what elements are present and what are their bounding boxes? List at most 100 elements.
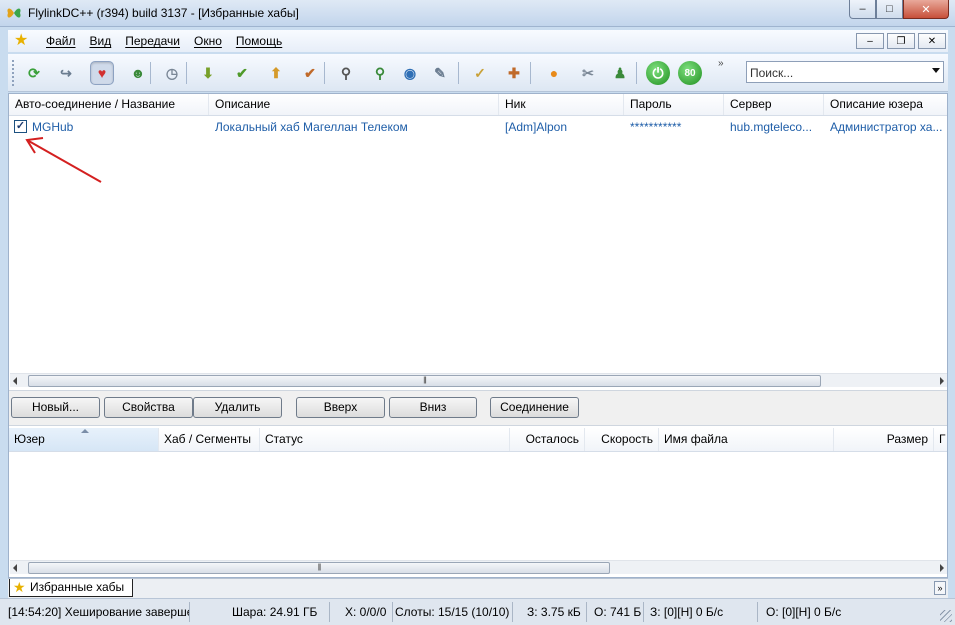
toolbar-grip[interactable] [12, 60, 15, 86]
scroll-right-arrow-icon[interactable] [940, 377, 944, 385]
move-down-button[interactable]: Вниз [389, 397, 477, 418]
scroll-left-arrow-icon[interactable] [13, 377, 17, 385]
favorite-star-icon: ★ [14, 32, 29, 49]
queue-scroll-left-arrow-icon[interactable] [13, 564, 17, 572]
finished-uploads-icon[interactable]: ✔ [298, 61, 322, 85]
app-butterfly-icon [7, 8, 21, 18]
column-server[interactable]: Сервер [724, 94, 824, 115]
favorite-star-icon: ★ [13, 579, 26, 595]
menu-view[interactable]: Вид [90, 34, 112, 48]
properties-button[interactable]: Свойства [104, 397, 193, 418]
queue-list-header: Юзер Хаб / Сегменты Статус Осталось Скор… [9, 428, 947, 452]
queue-horizontal-scrollbar[interactable]: ||| [10, 560, 947, 574]
column-user[interactable]: Юзер [9, 428, 159, 451]
status-download-speed: З: [0][Н] 0 Б/с [648, 602, 758, 622]
status-uploaded: О: 741 Б [592, 602, 644, 622]
column-hub-segments[interactable]: Хаб / Сегменты [159, 428, 260, 451]
status-message: [14:54:20] Хеширование заверше [6, 602, 190, 622]
hub-actions-bar: Новый... Свойства Удалить Вверх Вниз Сое… [9, 390, 947, 426]
new-hub-button[interactable]: Новый... [11, 397, 100, 418]
menu-help[interactable]: Помощь [236, 34, 282, 48]
toolbar-separator [324, 62, 325, 84]
search-spy-icon[interactable]: ◉ [398, 61, 422, 85]
column-size[interactable]: Размер [834, 428, 934, 451]
mdi-close-button[interactable]: ✕ [918, 33, 946, 49]
hubs-scroll-thumb[interactable]: ||| [28, 375, 821, 387]
toolbar-separator [150, 62, 151, 84]
column-truncated[interactable]: Г [934, 428, 947, 451]
connect-button[interactable]: Соединение [490, 397, 579, 418]
queue-scroll-right-arrow-icon[interactable] [940, 564, 944, 572]
menu-file[interactable]: Файл [46, 34, 76, 48]
user-icon[interactable]: ♟ [608, 61, 632, 85]
mdi-minimize-button[interactable]: – [856, 33, 884, 49]
maximize-button[interactable]: □ [876, 0, 903, 19]
status-upload-speed: О: [0][Н] 0 Б/с [766, 605, 842, 619]
search-input[interactable] [750, 65, 925, 80]
window-tab-bar: ★ Избранные хабы » [8, 578, 948, 598]
red-arrow-annotation [25, 137, 102, 183]
download-queue-icon[interactable]: ⬇ [196, 61, 220, 85]
column-description[interactable]: Описание [209, 94, 499, 115]
toolbar-separator [530, 62, 531, 84]
column-user-description[interactable]: Описание юзера [824, 94, 947, 115]
hub-name: MGHub [32, 120, 74, 134]
tab-favorite-hubs[interactable]: ★ Избранные хабы [9, 579, 133, 597]
status-bar: [14:54:20] Хеширование заверше Шара: 24.… [0, 598, 955, 625]
status-share: Шара: 24.91 ГБ [230, 602, 330, 622]
adl-search-icon[interactable]: ⚲ [368, 61, 392, 85]
status-downloaded: З: 3.75 кБ [525, 602, 587, 622]
column-user-label: Юзер [14, 432, 45, 446]
column-autoconnect-name[interactable]: Авто-соединение / Название [9, 94, 209, 115]
search-icon[interactable]: ⚲ [334, 61, 358, 85]
toolbar-separator [636, 62, 637, 84]
sort-ascending-icon [81, 429, 89, 433]
toolbar-separator [458, 62, 459, 84]
open-filelist-icon[interactable]: ✎ [428, 61, 452, 85]
menu-bar: ★ Файл Вид Передачи Окно Помощь – ❐ ✕ [8, 30, 948, 52]
favorite-users-icon[interactable]: ☻ [126, 61, 150, 85]
column-remaining[interactable]: Осталось [510, 428, 585, 451]
column-filename[interactable]: Имя файла [659, 428, 834, 451]
window-title: FlylinkDC++ (r394) build 3137 - [Избранн… [28, 6, 299, 20]
hub-server: hub.mgteleco... [730, 120, 813, 134]
reconnect-icon[interactable]: ⟳ [22, 61, 46, 85]
menu-transfers[interactable]: Передачи [125, 34, 180, 48]
queue-scroll-thumb[interactable]: ||| [28, 562, 610, 574]
settings-icon[interactable]: ● [542, 61, 566, 85]
search-dropdown-arrow-icon[interactable] [932, 68, 940, 73]
speed-limit-icon[interactable]: 80 [678, 61, 702, 85]
status-slots: Слоты: 15/15 (10/10) [393, 602, 513, 622]
power-icon[interactable]: ⏻ [646, 61, 670, 85]
status-hubs: Х: 0/0/0 [343, 602, 393, 622]
column-nick[interactable]: Ник [499, 94, 624, 115]
minimize-button[interactable]: – [849, 0, 876, 19]
follow-redirect-icon[interactable]: ↪ [54, 61, 78, 85]
column-speed[interactable]: Скорость [585, 428, 659, 451]
resize-grip-icon[interactable] [940, 610, 952, 622]
search-box[interactable] [746, 61, 944, 83]
title-bar: FlylinkDC++ (r394) build 3137 - [Избранн… [0, 0, 955, 27]
menu-window[interactable]: Окно [194, 34, 222, 48]
column-status[interactable]: Статус [260, 428, 510, 451]
favorite-hubs-icon[interactable]: ♥ [90, 61, 114, 85]
close-button[interactable]: ✕ [903, 0, 949, 19]
network-stats-icon[interactable]: ✚ [502, 61, 526, 85]
recent-hubs-icon[interactable]: ◷ [160, 61, 184, 85]
upload-queue-icon[interactable]: ⬆ [264, 61, 288, 85]
autoconnect-checkbox[interactable]: ✓ [14, 120, 27, 133]
finished-downloads-icon[interactable]: ✔ [230, 61, 254, 85]
notepad-icon[interactable]: ✓ [468, 61, 492, 85]
hub-password: *********** [630, 120, 682, 134]
hub-row[interactable]: ✓ MGHub Локальный хаб Магеллан Телеком [… [9, 117, 947, 137]
hubs-horizontal-scrollbar[interactable]: ||| [10, 373, 947, 387]
tab-favorite-hubs-label: Избранные хабы [30, 580, 125, 594]
remove-button[interactable]: Удалить [193, 397, 282, 418]
column-password[interactable]: Пароль [624, 94, 724, 115]
hub-nick: [Adm]Alpon [505, 120, 568, 134]
tab-scroll-button[interactable]: » [934, 581, 946, 595]
toolbar-overflow-button[interactable]: » [718, 58, 724, 69]
clean-icon[interactable]: ✂ [576, 61, 600, 85]
mdi-restore-button[interactable]: ❐ [887, 33, 915, 49]
move-up-button[interactable]: Вверх [296, 397, 385, 418]
